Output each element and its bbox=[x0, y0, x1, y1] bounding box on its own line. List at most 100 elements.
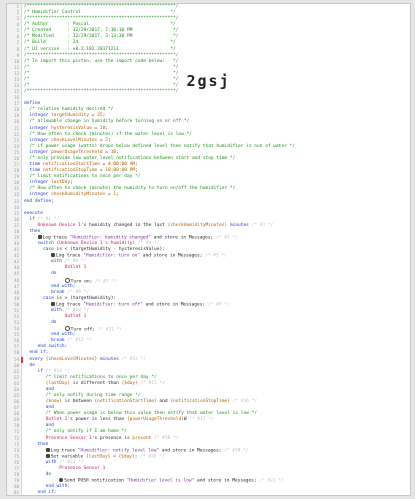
token-comment: /* When power usage is below this value … bbox=[24, 411, 257, 417]
token-muted: /* #22 */ bbox=[259, 478, 284, 484]
token-kw: break bbox=[24, 289, 68, 295]
token-kw: minutes bbox=[97, 356, 122, 362]
token-id: {checkHumidityMinutes} bbox=[167, 222, 228, 228]
token-kw: do bbox=[24, 320, 57, 326]
token-kw: if bbox=[24, 368, 46, 374]
token-plain: ; bbox=[135, 168, 138, 174]
token-plain: is between bbox=[61, 399, 95, 405]
switch-icon bbox=[64, 326, 70, 332]
token-kw: end with; bbox=[24, 332, 76, 338]
token-plain: = bbox=[102, 149, 111, 155]
token-comment: /* */ bbox=[24, 64, 179, 70]
token-muted: /* #8 */ bbox=[67, 289, 90, 295]
token-dev: Outlet 1 bbox=[24, 417, 68, 423]
token-kw: and bbox=[24, 405, 54, 411]
token-kw: define bbox=[24, 101, 41, 107]
token-kw: end with; bbox=[24, 484, 71, 490]
token-plain: ; bbox=[105, 125, 109, 131]
token-kw: with bbox=[24, 307, 65, 313]
token-comment: /* To import this piston, use the import… bbox=[24, 58, 179, 64]
token-id: {powerUsageThreshold} bbox=[126, 417, 184, 423]
token-comment: /***************************************… bbox=[24, 16, 179, 22]
token-dev: Outlet 1 bbox=[24, 313, 87, 319]
token-comment: /* limit notifications to once per day *… bbox=[24, 174, 141, 180]
token-plain: is > (targetHumidity): bbox=[56, 295, 117, 301]
token-kw: end if; bbox=[24, 350, 49, 356]
token-muted: /* #2 */ bbox=[251, 222, 274, 228]
token-id: checkHumidityMinutes bbox=[51, 192, 106, 198]
token-id: targetHumidity bbox=[51, 113, 90, 119]
token-comment: /***************************************… bbox=[24, 4, 179, 9]
token-muted: /* #15 */ bbox=[137, 380, 165, 386]
token-muted: /* #3 */ bbox=[215, 235, 238, 241]
token-comment: /* Author : Pascal */ bbox=[24, 22, 176, 28]
token-muted: /* #14 */ bbox=[45, 368, 71, 374]
token-id: notificationStartTime bbox=[42, 162, 100, 168]
token-muted: /* #9 */ bbox=[207, 302, 230, 308]
token-plain: 's humidity changed in the last bbox=[80, 222, 168, 228]
token-kw: with bbox=[24, 259, 65, 265]
token-comment: /* only notify if I am home */ bbox=[24, 429, 127, 435]
token-plain: ; bbox=[116, 192, 119, 198]
token-kw: case bbox=[24, 295, 57, 301]
token-muted: /* #12 */ bbox=[67, 338, 92, 344]
token-kw: and bbox=[24, 386, 54, 392]
token-str: "Humidifier: turn off" bbox=[83, 302, 143, 308]
token-plain: 's power is less than bbox=[67, 417, 127, 423]
code-editor: 1/**************************************… bbox=[6, 3, 411, 496]
token-kw: switch bbox=[24, 241, 57, 247]
token-comment: /* How often to check (minutes) if the w… bbox=[24, 131, 192, 137]
token-id: {notificationStopTime} bbox=[170, 399, 230, 405]
token-plain: and store in Messages; bbox=[194, 478, 260, 484]
token-kw: integer bbox=[24, 180, 52, 186]
token-plain: Log trace bbox=[42, 235, 70, 241]
token-muted: /* #1 */ bbox=[37, 216, 60, 222]
code-text: end if; bbox=[24, 490, 57, 495]
token-kw: integer bbox=[24, 149, 52, 155]
token-kw: integer bbox=[24, 125, 52, 131]
token-id: {$day} bbox=[121, 380, 138, 386]
line-number: 81 bbox=[14, 490, 19, 496]
token-id: {notificationStartTime} bbox=[94, 399, 157, 405]
token-str: "Humidifier: humidity changed" bbox=[69, 235, 151, 241]
token-plain: ; bbox=[135, 162, 138, 168]
token-muted: /* #4 */ bbox=[135, 241, 160, 247]
token-comment: /* allowable change in humidity before t… bbox=[24, 119, 190, 125]
token-comment: /* relative humidity desired */ bbox=[24, 107, 114, 113]
token-plain: and store in Messages; bbox=[150, 235, 216, 241]
token-kw: case bbox=[24, 247, 57, 253]
token-plain: ; bbox=[102, 113, 106, 119]
token-kw: then bbox=[24, 228, 41, 234]
switch-icon bbox=[64, 277, 70, 283]
token-comment: /* limit notifications to once per day *… bbox=[24, 374, 157, 380]
token-plain: = bbox=[89, 113, 98, 119]
token-str: "Humidifier: notify level low" bbox=[77, 448, 160, 454]
token-comment: /* UI version : v0.2.102.20171211 */ bbox=[24, 46, 176, 52]
token-str: "Humidifier level is low" bbox=[126, 478, 195, 484]
token-comment: /* Humidifier Control */ bbox=[24, 10, 176, 16]
code-line[interactable]: 81 end if; bbox=[7, 490, 410, 496]
token-kw: integer bbox=[24, 137, 52, 143]
token-kw: every bbox=[24, 356, 46, 362]
token-dev: Unknown Device 1 bbox=[24, 222, 81, 228]
import-code: 2gsj bbox=[186, 72, 231, 90]
token-id: {checkLevelMinutes} bbox=[45, 356, 98, 362]
task-icon bbox=[45, 447, 50, 452]
token-muted: /* #6 */ bbox=[64, 259, 87, 265]
token-id: {lastDay} bbox=[24, 380, 71, 386]
token-comment: /* only notify during time range */ bbox=[24, 393, 141, 398]
token-kw: integer bbox=[24, 192, 52, 198]
token-kw: end define; bbox=[24, 198, 54, 204]
token-dev: Presence Sensor 1 bbox=[24, 465, 106, 471]
task-icon bbox=[37, 234, 42, 239]
token-kw: with bbox=[24, 459, 60, 465]
token-kw: break bbox=[24, 338, 68, 344]
token-plain: and store in Messages; bbox=[140, 253, 206, 259]
token-comment: /* Modified : 12/29/2017, 3:13:38 PM */ bbox=[24, 34, 179, 40]
task-icon bbox=[51, 253, 56, 258]
token-kw: do bbox=[24, 362, 35, 368]
